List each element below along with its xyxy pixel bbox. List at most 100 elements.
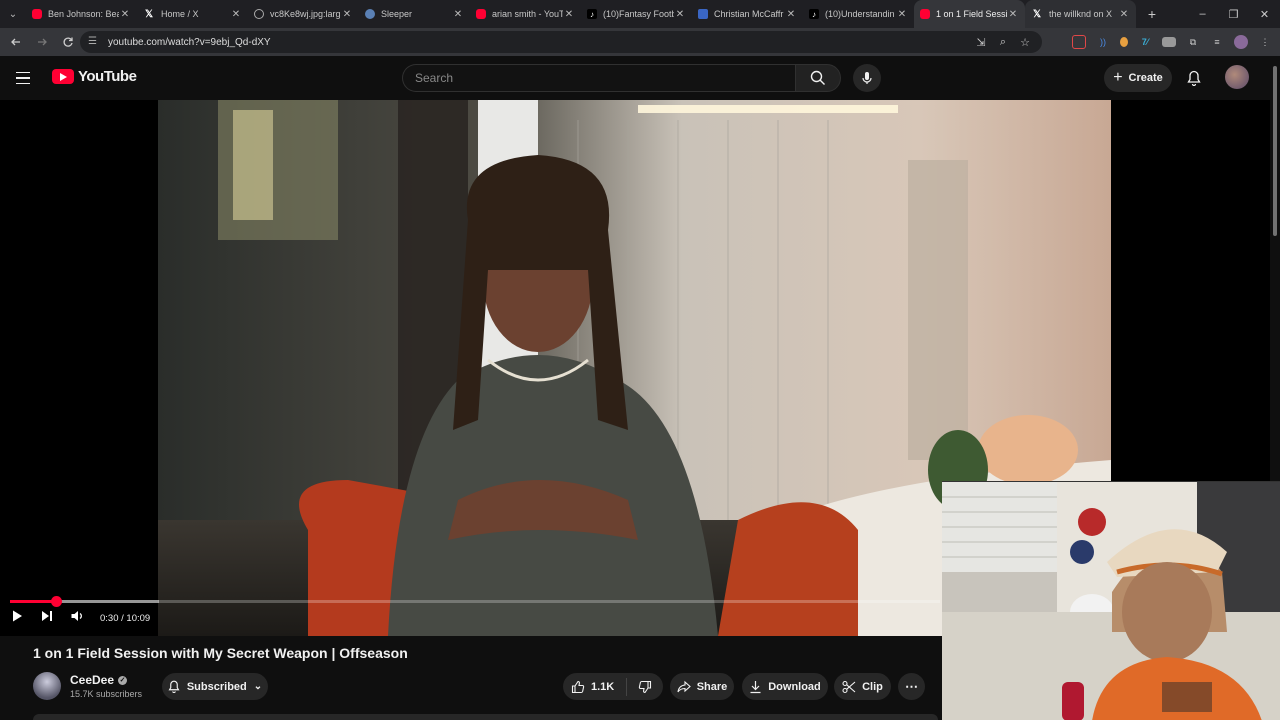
scrollbar-thumb[interactable] (1273, 66, 1277, 236)
dislike-button[interactable] (627, 680, 663, 694)
extension-red-icon[interactable] (1072, 35, 1086, 49)
new-tab-button[interactable]: + (1140, 6, 1164, 22)
search-button[interactable] (795, 64, 841, 92)
tab-title: (10)Understandin (825, 9, 895, 19)
browser-tab[interactable]: Ben Johnson: Bea ✕ (26, 0, 137, 28)
search-icon (810, 70, 825, 85)
close-tab-icon[interactable]: ✕ (230, 9, 242, 20)
scissors-icon (842, 680, 856, 693)
browser-tab[interactable]: Sleeper ✕ (359, 0, 470, 28)
extension-grey-icon[interactable] (1162, 37, 1176, 47)
sleeper-icon (365, 9, 375, 19)
webcam-image (942, 482, 1280, 720)
extension-blue-icon[interactable]: )) (1096, 35, 1110, 49)
reload-icon[interactable] (56, 30, 80, 54)
like-dislike-group: 1.1K (563, 673, 663, 700)
minimize-icon[interactable]: – (1187, 0, 1218, 28)
browser-tab[interactable]: Christian McCaffr ✕ (692, 0, 803, 28)
close-tab-icon[interactable]: ✕ (896, 9, 908, 20)
tab-title: vc8Ke8wj.jpg:larg (270, 9, 341, 19)
close-tab-icon[interactable]: ✕ (674, 9, 686, 20)
like-count: 1.1K (591, 680, 615, 693)
browser-tab[interactable]: arian smith - YouT ✕ (470, 0, 581, 28)
channel-name[interactable]: CeeDee ✓ (70, 673, 128, 687)
browser-toolbar: ☰ youtube.com/watch?v=9ebj_Qd-dXY ⇲ ⌕ ☆ … (0, 28, 1280, 56)
player-controls: 0:30 / 10:09 (10, 608, 150, 628)
browser-tab[interactable]: 1 on 1 Field Sessi ✕ (914, 0, 1025, 28)
browser-tab-strip: ⌄ Ben Johnson: Bea ✕ 𝕏 Home / X ✕ vc8Ke8wj.jp… (0, 0, 1280, 28)
voice-search-button[interactable] (853, 64, 881, 92)
tab-search-chevron-icon[interactable]: ⌄ (0, 0, 26, 28)
tiktok-icon: ♪ (809, 9, 819, 19)
site-info-icon[interactable]: ☰ (88, 36, 100, 48)
browser-tab[interactable]: 𝕏 Home / X ✕ (137, 0, 248, 28)
tab-title: arian smith - YouT (492, 9, 563, 19)
notifications-bell-icon[interactable] (1182, 66, 1206, 90)
share-label: Share (696, 680, 728, 693)
close-tab-icon[interactable]: ✕ (1118, 9, 1130, 20)
scrubber-handle[interactable] (50, 596, 62, 607)
account-avatar[interactable] (1225, 65, 1249, 89)
bell-icon (168, 680, 180, 693)
browser-tab[interactable]: ♪ (10)Understandin ✕ (803, 0, 914, 28)
guide-menu-icon[interactable] (16, 68, 36, 88)
channel-avatar[interactable] (33, 672, 61, 700)
close-tab-icon[interactable]: ✕ (785, 9, 797, 20)
download-label: Download (768, 680, 821, 693)
channel-name-text: CeeDee (70, 673, 115, 687)
share-button[interactable]: Share (670, 673, 734, 700)
time-display: 0:30 / 10:09 (100, 612, 151, 624)
omnibox-actions: ⇲ ⌕ ☆ (974, 28, 1032, 56)
tab-title: Christian McCaffr (714, 9, 784, 19)
browser-tab[interactable]: 𝕏the willknd on X ✕ (1025, 0, 1136, 28)
create-label: Create (1128, 72, 1163, 84)
download-icon (750, 680, 761, 693)
progress-bar[interactable] (10, 596, 940, 607)
close-tab-icon[interactable]: ✕ (1007, 9, 1019, 20)
download-button[interactable]: Download (742, 673, 828, 700)
create-button[interactable]: + Create (1104, 64, 1172, 92)
window-controls: – ❐ ✕ (1187, 0, 1280, 28)
browser-menu-icon[interactable]: ⋮ (1258, 35, 1272, 49)
restore-icon[interactable]: ❐ (1218, 0, 1249, 28)
browser-tab[interactable]: ♪ (10)Fantasy Footb ✕ (581, 0, 692, 28)
tab-title: (10)Fantasy Footb (603, 9, 674, 19)
tiktok-icon: ♪ (587, 9, 597, 19)
subscribed-label: Subscribed (186, 680, 247, 693)
subscribed-button[interactable]: Subscribed ⌄ (162, 673, 268, 700)
extension-teal-icon[interactable]: 7⁄ (1138, 35, 1152, 49)
like-button[interactable]: 1.1K (563, 677, 627, 696)
tab-title: 1 on 1 Field Sessi (936, 9, 1007, 19)
close-tab-icon[interactable]: ✕ (452, 9, 464, 20)
search-input[interactable] (415, 71, 796, 85)
browser-tab[interactable]: vc8Ke8wj.jpg:larg ✕ (248, 0, 359, 28)
chevron-down-icon: ⌄ (253, 681, 263, 692)
extension-orange-icon[interactable] (1120, 37, 1128, 47)
close-window-icon[interactable]: ✕ (1249, 0, 1280, 28)
address-bar[interactable]: ☰ youtube.com/watch?v=9ebj_Qd-dXY (80, 31, 1042, 53)
x-icon: 𝕏 (1032, 8, 1042, 20)
next-icon[interactable] (40, 609, 54, 628)
install-app-icon[interactable]: ⇲ (974, 36, 988, 49)
more-actions-button[interactable]: ⋯ (898, 673, 925, 700)
extension-icons: )) 7⁄ ⧉ ≡ ⋮ (1072, 28, 1272, 56)
forward-arrow-icon[interactable] (30, 30, 54, 54)
volume-icon[interactable] (70, 609, 84, 628)
youtube-logo[interactable]: YouTube (52, 68, 137, 85)
back-arrow-icon[interactable] (4, 30, 28, 54)
youtube-logo-text: YouTube (78, 68, 137, 85)
clip-label: Clip (862, 680, 883, 693)
clip-button[interactable]: Clip (834, 673, 891, 700)
thumbs-down-icon (638, 680, 652, 693)
play-icon[interactable] (10, 609, 24, 628)
profile-avatar-icon[interactable] (1234, 35, 1248, 49)
zoom-icon[interactable]: ⌕ (996, 36, 1010, 49)
extensions-puzzle-icon[interactable]: ⧉ (1186, 35, 1200, 49)
reading-list-icon[interactable]: ≡ (1210, 35, 1224, 49)
close-tab-icon[interactable]: ✕ (563, 9, 575, 20)
webcam-overlay (942, 481, 1280, 720)
close-tab-icon[interactable]: ✕ (119, 9, 131, 20)
bookmark-star-icon[interactable]: ☆ (1018, 36, 1032, 49)
youtube-header: YouTube + Create (0, 56, 1280, 100)
close-tab-icon[interactable]: ✕ (341, 9, 353, 20)
